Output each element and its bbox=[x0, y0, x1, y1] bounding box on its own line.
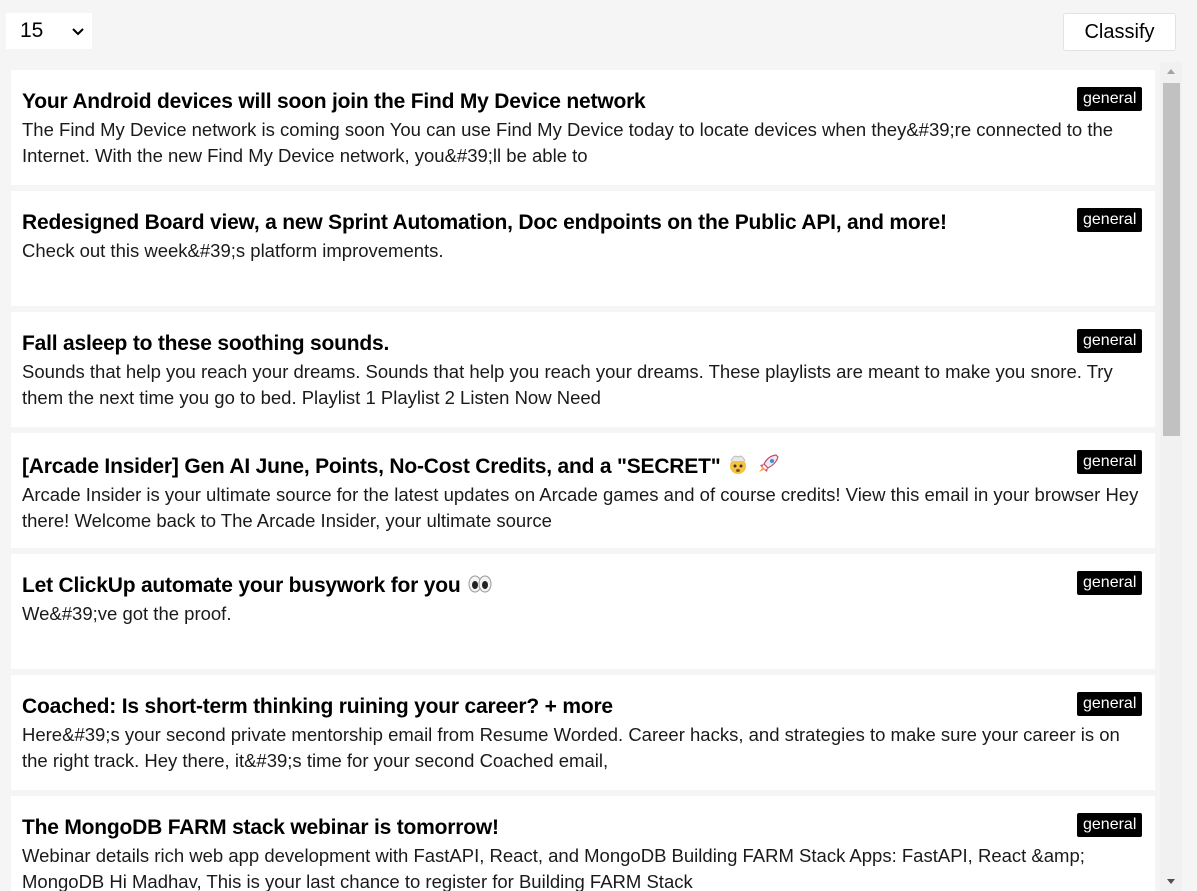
email-card[interactable]: Fall asleep to these soothing sounds. So… bbox=[11, 312, 1155, 427]
eyes-emoji-icon bbox=[468, 575, 492, 593]
category-badge: general bbox=[1077, 87, 1143, 111]
email-list: Your Android devices will soon join the … bbox=[11, 70, 1182, 891]
email-snippet: Here&#39;s your second private mentorshi… bbox=[22, 724, 1120, 771]
email-snippet: Webinar details rich web app development… bbox=[22, 845, 1085, 891]
email-card[interactable]: Redesigned Board view, a new Sprint Auto… bbox=[11, 191, 1155, 306]
scrollbar-thumb[interactable] bbox=[1163, 83, 1180, 436]
email-card[interactable]: Your Android devices will soon join the … bbox=[11, 70, 1155, 185]
exploding-head-emoji-icon bbox=[730, 455, 747, 474]
email-snippet: The Find My Device network is coming soo… bbox=[22, 119, 1114, 166]
vertical-scrollbar[interactable] bbox=[1160, 62, 1182, 891]
email-card[interactable]: Let ClickUp automate your busywork for y… bbox=[11, 554, 1155, 669]
scroll-down-arrow-icon[interactable] bbox=[1160, 871, 1182, 891]
email-count-value: 15 bbox=[20, 19, 44, 42]
email-title: Coached: Is short-term thinking ruining … bbox=[22, 695, 613, 718]
classify-button[interactable]: Classify bbox=[1063, 13, 1176, 51]
email-title: Your Android devices will soon join the … bbox=[22, 90, 646, 113]
category-badge: general bbox=[1077, 813, 1143, 837]
chevron-down-icon bbox=[72, 28, 84, 36]
email-snippet: Check out this week&#39;s platform impro… bbox=[22, 240, 444, 261]
email-title: [Arcade Insider] Gen AI June, Points, No… bbox=[22, 452, 1075, 480]
scroll-up-arrow-icon[interactable] bbox=[1160, 62, 1182, 82]
category-badge: general bbox=[1077, 208, 1143, 232]
rocket-emoji-icon bbox=[759, 454, 780, 472]
category-badge: general bbox=[1077, 692, 1143, 716]
email-title: The MongoDB FARM stack webinar is tomorr… bbox=[22, 816, 499, 839]
email-card[interactable]: The MongoDB FARM stack webinar is tomorr… bbox=[11, 796, 1155, 891]
email-count-select[interactable]: 15 bbox=[6, 13, 92, 49]
email-title: Let ClickUp automate your busywork for y… bbox=[22, 573, 1075, 599]
email-card[interactable]: Coached: Is short-term thinking ruining … bbox=[11, 675, 1155, 790]
toolbar: 15 Classify bbox=[0, 0, 1197, 62]
category-badge: general bbox=[1077, 450, 1143, 474]
email-snippet: Sounds that help you reach your dreams. … bbox=[22, 361, 1113, 408]
category-badge: general bbox=[1077, 571, 1143, 595]
email-card[interactable]: [Arcade Insider] Gen AI June, Points, No… bbox=[11, 433, 1155, 548]
email-title: Fall asleep to these soothing sounds. bbox=[22, 332, 390, 355]
category-badge: general bbox=[1077, 329, 1143, 353]
email-title: Redesigned Board view, a new Sprint Auto… bbox=[22, 211, 947, 234]
email-snippet: We&#39;ve got the proof. bbox=[22, 603, 232, 624]
email-snippet: Arcade Insider is your ultimate source f… bbox=[22, 484, 1139, 531]
